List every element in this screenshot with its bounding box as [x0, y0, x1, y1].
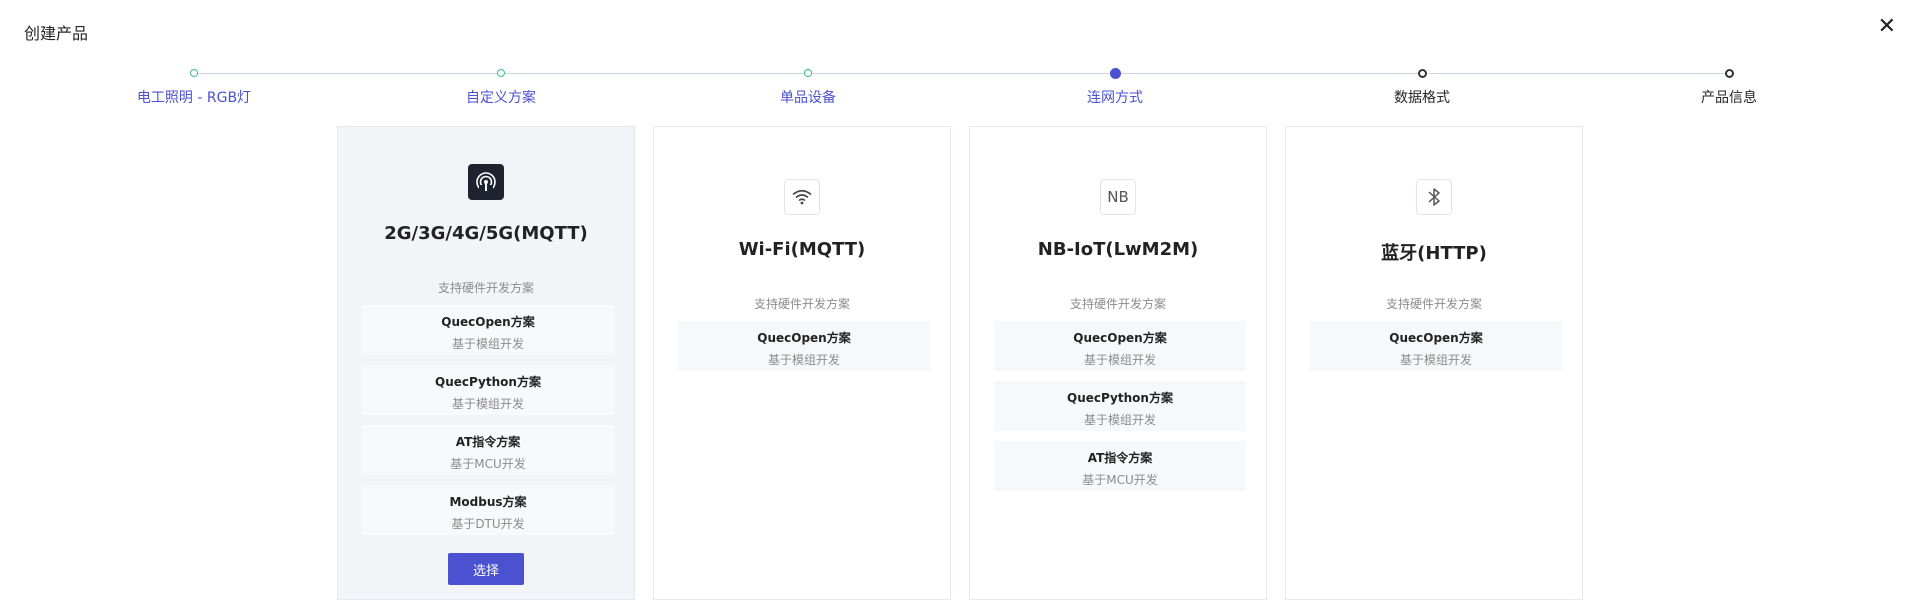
network-card-cellular[interactable]: 2G/3G/4G/5G(MQTT) 支持硬件开发方案 QuecOpen方案 基于…	[337, 126, 635, 600]
option-desc: 基于模组开发	[1083, 413, 1156, 427]
option-name: QuecOpen方案	[441, 315, 535, 329]
option-desc: 基于模组开发	[1083, 353, 1156, 367]
step-dot-2[interactable]	[497, 69, 505, 77]
support-label: 支持硬件开发方案	[1069, 297, 1166, 311]
option-name: AT指令方案	[1087, 451, 1153, 465]
select-button[interactable]: 选择	[448, 553, 524, 585]
option-name: QuecOpen方案	[757, 331, 851, 345]
network-card-bluetooth[interactable]: 蓝牙(HTTP) 支持硬件开发方案 QuecOpen方案 基于模组开发	[1285, 126, 1583, 600]
solution-option[interactable]: QuecPython方案 基于模组开发	[362, 365, 614, 415]
network-card-nbiot[interactable]: NB NB-IoT(LwM2M) 支持硬件开发方案 QuecOpen方案 基于模…	[969, 126, 1267, 600]
option-desc: 基于MCU开发	[1082, 473, 1158, 487]
step-connector	[1428, 73, 1728, 74]
network-card-wifi[interactable]: Wi-Fi(MQTT) 支持硬件开发方案 QuecOpen方案 基于模组开发	[653, 126, 951, 600]
stepper: 电工照明 - RGB灯 自定义方案 单品设备 连网方式 数据格式 产品信息	[0, 62, 1914, 112]
card-title: 2G/3G/4G/5G(MQTT)	[384, 223, 588, 244]
card-title: 蓝牙(HTTP)	[1381, 243, 1487, 264]
step-connector	[1120, 73, 1420, 74]
option-desc: 基于模组开发	[451, 397, 524, 411]
option-desc: 基于模组开发	[451, 337, 524, 351]
wifi-icon	[784, 179, 820, 215]
close-icon[interactable]: ✕	[1878, 16, 1896, 38]
solution-option[interactable]: Modbus方案 基于DTU开发	[362, 485, 614, 535]
option-desc: 基于MCU开发	[450, 457, 526, 471]
step-connector	[196, 73, 500, 74]
solution-option[interactable]: AT指令方案 基于MCU开发	[362, 425, 614, 475]
step-label-3[interactable]: 单品设备	[780, 87, 836, 107]
step-dot-6	[1725, 69, 1734, 78]
solution-option[interactable]: AT指令方案 基于MCU开发	[994, 441, 1246, 491]
option-desc: 基于模组开发	[1399, 353, 1472, 367]
option-name: QuecOpen方案	[1389, 331, 1483, 345]
option-name: QuecPython方案	[1067, 391, 1173, 405]
step-connector	[812, 73, 1112, 74]
option-name: Modbus方案	[449, 495, 527, 509]
card-title: Wi-Fi(MQTT)	[738, 239, 866, 260]
support-label: 支持硬件开发方案	[753, 297, 850, 311]
step-label-6: 产品信息	[1701, 90, 1757, 106]
option-name: AT指令方案	[455, 435, 521, 449]
step-label-2[interactable]: 自定义方案	[466, 87, 536, 107]
solution-option[interactable]: QuecOpen方案 基于模组开发	[994, 321, 1246, 371]
solution-option[interactable]: QuecPython方案 基于模组开发	[994, 381, 1246, 431]
option-name: QuecOpen方案	[1073, 331, 1167, 345]
nb-icon: NB	[1100, 179, 1136, 215]
solution-option[interactable]: QuecOpen方案 基于模组开发	[362, 305, 614, 355]
bluetooth-icon	[1416, 179, 1452, 215]
step-dot-4	[1110, 68, 1121, 79]
support-label: 支持硬件开发方案	[1385, 297, 1482, 311]
option-desc: 基于模组开发	[767, 353, 840, 367]
solution-option[interactable]: QuecOpen方案 基于模组开发	[1310, 321, 1562, 371]
step-label-4: 连网方式	[1087, 90, 1143, 106]
step-dot-3[interactable]	[804, 69, 812, 77]
step-label-5: 数据格式	[1394, 90, 1450, 106]
step-label-1[interactable]: 电工照明 - RGB灯	[137, 87, 251, 107]
step-dot-5	[1418, 69, 1427, 78]
cellular-signal-icon	[468, 164, 504, 200]
step-connector	[504, 73, 804, 74]
step-dot-1[interactable]	[190, 69, 198, 77]
support-label: 支持硬件开发方案	[437, 281, 534, 295]
card-title: NB-IoT(LwM2M)	[1037, 239, 1199, 260]
option-desc: 基于DTU开发	[451, 517, 525, 531]
dialog-title: 创建产品	[24, 24, 89, 43]
solution-option[interactable]: QuecOpen方案 基于模组开发	[678, 321, 930, 371]
option-name: QuecPython方案	[435, 375, 541, 389]
